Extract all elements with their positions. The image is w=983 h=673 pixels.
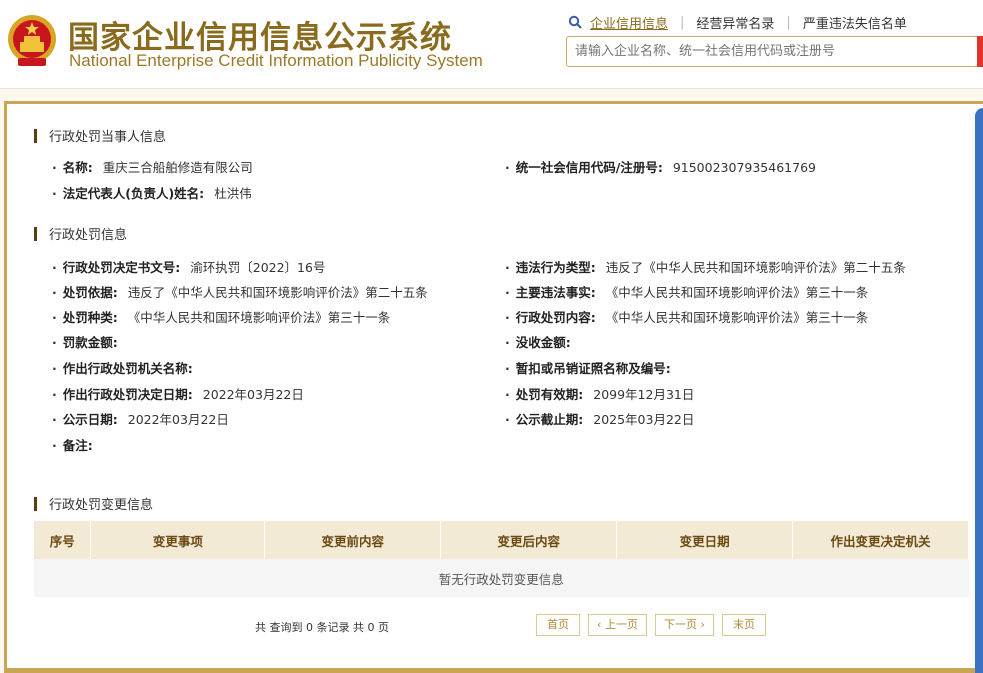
field-value: 2025年03月22日 (593, 412, 695, 427)
field-validity-period: · 处罚有效期: 2099年12月31日 (505, 387, 695, 402)
column-header: 变更后内容 (440, 521, 618, 559)
next-page-button[interactable]: 下一页 › (655, 614, 714, 636)
field-value: 2099年12月31日 (593, 387, 695, 402)
field-label: 作出行政处罚机关名称: (62, 361, 193, 376)
pager-info: 共 查询到 0 条记录 共 0 页 (255, 621, 389, 634)
field-name: · 名称: 重庆三合船舶修造有限公司 (52, 160, 253, 175)
prev-page-button[interactable]: ‹ 上一页 (588, 614, 647, 636)
field-value: 915002307935461769 (672, 160, 816, 175)
empty-message: 暂无行政处罚变更信息 (34, 559, 969, 597)
section-marker (34, 128, 37, 143)
field-label: 暂扣或吊销证照名称及编号: (515, 361, 671, 376)
field-penalty-content: · 行政处罚内容: 《中华人民共和国环境影响评价法》第三十一条 (505, 310, 869, 325)
search-input[interactable] (566, 36, 983, 67)
panel-bottom-border (4, 668, 983, 673)
search-icon (568, 15, 582, 29)
header-divider (0, 88, 983, 89)
section-marker (34, 226, 37, 241)
field-value: 违反了《中华人民共和国环境影响评价法》第二十五条 (605, 260, 906, 275)
field-main-facts: · 主要违法事实: 《中华人民共和国环境影响评价法》第三十一条 (505, 285, 869, 300)
field-value: 《中华人民共和国环境影响评价法》第三十一条 (127, 310, 391, 325)
field-value: 2022年03月22日 (127, 412, 229, 427)
section-title-penalty: 行政处罚信息 (34, 224, 127, 243)
field-remarks: · 备注: (52, 438, 93, 453)
field-label: 处罚有效期: (515, 387, 584, 402)
field-penalty-type: · 处罚种类: 《中华人民共和国环境影响评价法》第三十一条 (52, 310, 391, 325)
field-authority-name: · 作出行政处罚机关名称: (52, 361, 193, 376)
table-header-row: 序号 变更事项 变更前内容 变更后内容 变更日期 作出变更决定机关 (34, 521, 969, 559)
field-value: 重庆三合船舶修造有限公司 (102, 160, 253, 175)
top-nav: 企业信用信息 | 经营异常名录 | 严重违法失信名单 (568, 13, 907, 32)
field-value: 渝环执罚〔2022〕16号 (190, 260, 326, 275)
column-header: 序号 (34, 521, 92, 559)
field-label: 处罚种类: (62, 310, 118, 325)
last-page-button[interactable]: 末页 (722, 614, 766, 636)
field-label: 公示截止期: (515, 412, 584, 427)
field-label: 行政处罚内容: (515, 310, 596, 325)
field-value: 2022年03月22日 (202, 387, 304, 402)
field-label: 没收金额: (515, 335, 571, 350)
nav-link-credit-info[interactable]: 企业信用信息 (590, 13, 668, 32)
field-label: 主要违法事实: (515, 285, 596, 300)
field-publicity-deadline: · 公示截止期: 2025年03月22日 (505, 412, 695, 427)
field-label: 统一社会信用代码/注册号: (515, 160, 663, 175)
field-license-revocation: · 暂扣或吊销证照名称及编号: (505, 361, 671, 376)
field-decision-number: · 行政处罚决定书文号: 渝环执罚〔2022〕16号 (52, 260, 326, 275)
field-label: 作出行政处罚决定日期: (62, 387, 193, 402)
section-title-party: 行政处罚当事人信息 (34, 126, 166, 145)
change-table: 序号 变更事项 变更前内容 变更后内容 变更日期 作出变更决定机关 暂无行政处罚… (34, 521, 969, 597)
field-label: 行政处罚决定书文号: (62, 260, 181, 275)
column-header: 变更事项 (90, 521, 266, 559)
field-penalty-basis: · 处罚依据: 违反了《中华人民共和国环境影响评价法》第二十五条 (52, 285, 428, 300)
section-marker (34, 496, 37, 511)
field-value: 《中华人民共和国环境影响评价法》第三十一条 (605, 310, 869, 325)
national-emblem-icon (8, 15, 56, 66)
section-title-text: 行政处罚信息 (49, 228, 128, 243)
column-header: 变更前内容 (264, 521, 442, 559)
field-label: 违法行为类型: (515, 260, 596, 275)
field-value: 《中华人民共和国环境影响评价法》第三十一条 (605, 285, 869, 300)
field-fine-amount: · 罚款金额: (52, 335, 118, 350)
search-button[interactable] (977, 36, 983, 67)
header: 国家企业信用信息公示系统 National Enterprise Credit … (0, 0, 983, 88)
nav-link-abnormal-list[interactable]: 经营异常名录 (696, 13, 774, 32)
nav-separator: | (786, 14, 791, 30)
section-title-change: 行政处罚变更信息 (34, 494, 153, 513)
column-header: 变更日期 (616, 521, 794, 559)
section-title-text: 行政处罚变更信息 (49, 498, 154, 513)
nav-separator: | (680, 14, 685, 30)
field-value: 杜洪伟 (214, 186, 252, 201)
field-value: 违反了《中华人民共和国环境影响评价法》第二十五条 (127, 285, 428, 300)
field-credit-code: · 统一社会信用代码/注册号: 915002307935461769 (505, 160, 816, 175)
field-label: 名称: (62, 160, 93, 175)
field-legal-rep: · 法定代表人(负责人)姓名: 杜洪伟 (52, 186, 252, 201)
nav-link-blacklist[interactable]: 严重违法失信名单 (803, 13, 907, 32)
field-publicity-date: · 公示日期: 2022年03月22日 (52, 412, 229, 427)
field-label: 罚款金额: (62, 335, 118, 350)
site-title-english: National Enterprise Credit Information P… (69, 51, 483, 70)
column-header: 作出变更决定机关 (792, 521, 969, 559)
field-violation-type: · 违法行为类型: 违反了《中华人民共和国环境影响评价法》第二十五条 (505, 260, 906, 275)
field-label: 法定代表人(负责人)姓名: (62, 186, 205, 201)
field-confiscation-amount: · 没收金额: (505, 335, 571, 350)
section-title-text: 行政处罚当事人信息 (49, 130, 167, 145)
field-label: 备注: (62, 438, 93, 453)
table-row: 暂无行政处罚变更信息 (34, 559, 969, 597)
field-decision-date: · 作出行政处罚决定日期: 2022年03月22日 (52, 387, 304, 402)
side-scrollbar[interactable] (975, 108, 983, 673)
field-label: 公示日期: (62, 412, 118, 427)
first-page-button[interactable]: 首页 (536, 614, 580, 636)
field-label: 处罚依据: (62, 285, 118, 300)
